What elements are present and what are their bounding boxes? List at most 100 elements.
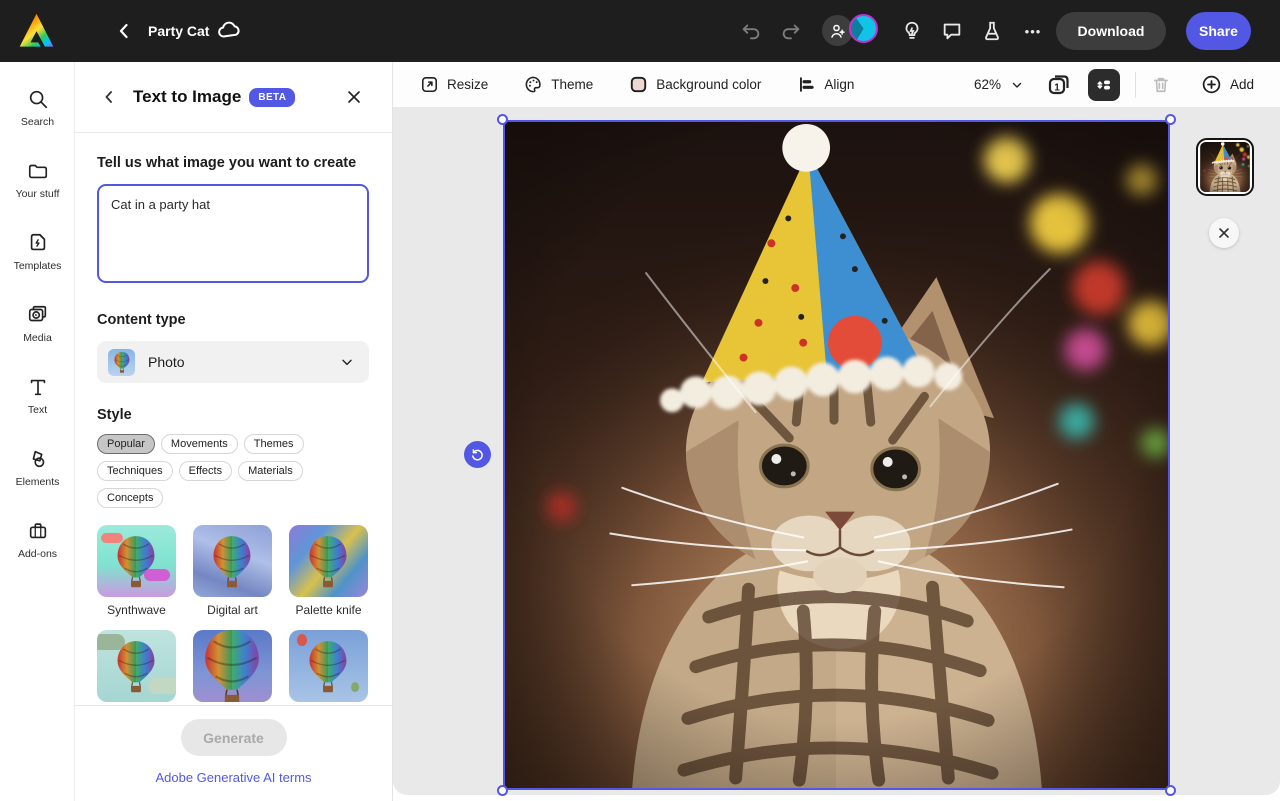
style-chip-themes[interactable]: Themes bbox=[244, 434, 304, 454]
cloud-icon[interactable] bbox=[216, 19, 242, 41]
panel-back-button[interactable] bbox=[99, 85, 123, 109]
resize-handle-top-right[interactable] bbox=[1165, 114, 1176, 125]
resize-button[interactable]: Resize bbox=[420, 75, 488, 94]
content-type-label: Content type bbox=[97, 312, 368, 328]
style-chip-concepts[interactable]: Concepts bbox=[97, 488, 163, 508]
style-card-6[interactable] bbox=[289, 630, 368, 702]
content-type-dropdown[interactable]: Photo bbox=[97, 341, 369, 383]
style-chip-materials[interactable]: Materials bbox=[238, 461, 303, 481]
close-icon bbox=[1216, 225, 1232, 241]
chevron-down-icon bbox=[1010, 78, 1024, 92]
download-button[interactable]: Download bbox=[1056, 12, 1166, 50]
panel-title: Text to Image bbox=[133, 87, 241, 107]
avatar[interactable] bbox=[849, 14, 878, 43]
prompt-label: Tell us what image you want to create bbox=[97, 155, 368, 171]
back-icon bbox=[112, 19, 136, 43]
resize-handle-bottom-left[interactable] bbox=[497, 785, 508, 796]
sidebar-item-label: Elements bbox=[16, 476, 60, 488]
generative-ai-terms-link[interactable]: Adobe Generative AI terms bbox=[75, 770, 392, 785]
style-card-label: Synthwave bbox=[97, 603, 176, 617]
undo-button[interactable] bbox=[740, 19, 764, 43]
align-button[interactable]: Align bbox=[797, 75, 854, 94]
redo-icon bbox=[780, 20, 802, 42]
style-card-thumbnail bbox=[97, 525, 176, 597]
generate-button[interactable]: Generate bbox=[181, 719, 287, 756]
comment-button[interactable] bbox=[941, 19, 965, 43]
style-chip-group: Popular Movements Themes Techniques Effe… bbox=[97, 434, 369, 508]
prompt-input[interactable]: Cat in a party hat bbox=[97, 184, 369, 283]
style-chip-movements[interactable]: Movements bbox=[161, 434, 238, 454]
resize-handle-bottom-right[interactable] bbox=[1165, 785, 1176, 796]
style-card-label: Digital art bbox=[193, 603, 272, 617]
resize-handle-top-left[interactable] bbox=[497, 114, 508, 125]
sidebar-item-label: Search bbox=[21, 116, 54, 128]
adobe-express-logo[interactable] bbox=[19, 13, 54, 48]
generated-cat-image bbox=[505, 122, 1168, 788]
close-icon bbox=[344, 87, 364, 107]
resize-label: Resize bbox=[447, 77, 488, 92]
media-icon bbox=[27, 304, 49, 326]
sidebar-item-label: Add-ons bbox=[18, 548, 57, 560]
rotate-icon bbox=[470, 447, 485, 462]
zoom-control[interactable]: 62% bbox=[974, 77, 1024, 92]
chevron-down-icon bbox=[339, 354, 355, 370]
redo-button[interactable] bbox=[780, 19, 804, 43]
style-card-5[interactable] bbox=[193, 630, 272, 702]
toolbar-divider bbox=[1135, 72, 1136, 98]
style-card-thumbnail bbox=[289, 630, 368, 702]
content-type-value: Photo bbox=[148, 354, 185, 370]
document-title[interactable]: Party Cat bbox=[148, 0, 209, 62]
templates-icon bbox=[27, 232, 49, 254]
lightbulb-icon bbox=[901, 20, 923, 42]
add-element-button[interactable]: Add bbox=[1201, 74, 1254, 95]
align-label: Align bbox=[824, 77, 854, 92]
style-chip-effects[interactable]: Effects bbox=[179, 461, 232, 481]
sidebar-item-templates[interactable]: Templates bbox=[0, 216, 75, 288]
sidebar-item-elements[interactable]: Elements bbox=[0, 432, 75, 504]
dismiss-variations-button[interactable] bbox=[1209, 218, 1239, 248]
share-button[interactable]: Share bbox=[1186, 12, 1251, 50]
style-chip-techniques[interactable]: Techniques bbox=[97, 461, 173, 481]
style-card-synthwave[interactable]: Synthwave bbox=[97, 525, 176, 617]
pages-button[interactable]: 1 bbox=[1046, 70, 1076, 100]
toolbar-right-group: 62% 1 Add bbox=[974, 69, 1254, 101]
style-card-grid: Synthwave Digital art Palette knife bbox=[97, 525, 369, 702]
theme-button[interactable]: Theme bbox=[524, 75, 593, 94]
sidebar-item-add-ons[interactable]: Add-ons bbox=[0, 504, 75, 576]
layers-icon bbox=[1095, 76, 1113, 94]
variation-thumbnail[interactable] bbox=[1196, 138, 1254, 196]
addons-icon bbox=[27, 520, 49, 542]
style-card-palette-knife[interactable]: Palette knife bbox=[289, 525, 368, 617]
sidebar-item-your-stuff[interactable]: Your stuff bbox=[0, 144, 75, 216]
beaker-icon bbox=[981, 20, 1003, 42]
sidebar-item-media[interactable]: Media bbox=[0, 288, 75, 360]
canvas-area: Resize Theme Background color Align 62% … bbox=[393, 62, 1280, 801]
back-icon bbox=[99, 87, 119, 107]
more-options-button[interactable]: ••• bbox=[1021, 19, 1045, 43]
style-card-thumbnail bbox=[193, 630, 272, 702]
theme-icon bbox=[524, 75, 543, 94]
sidebar-item-label: Templates bbox=[14, 260, 62, 272]
background-color-label: Background color bbox=[656, 77, 761, 92]
layers-button[interactable] bbox=[1088, 69, 1120, 101]
delete-button[interactable] bbox=[1151, 71, 1179, 99]
beaker-button[interactable] bbox=[981, 19, 1005, 43]
ideas-button[interactable] bbox=[901, 19, 925, 43]
sidebar-item-text[interactable]: Text bbox=[0, 360, 75, 432]
background-color-button[interactable]: Background color bbox=[629, 75, 761, 94]
style-card-4[interactable] bbox=[97, 630, 176, 702]
style-card-label: Palette knife bbox=[289, 603, 368, 617]
sidebar-item-search[interactable]: Search bbox=[0, 72, 75, 144]
style-chip-popular[interactable]: Popular bbox=[97, 434, 155, 454]
selected-image[interactable] bbox=[503, 120, 1170, 790]
align-icon bbox=[797, 75, 816, 94]
back-button[interactable] bbox=[112, 17, 140, 45]
pages-icon: 1 bbox=[1046, 72, 1072, 98]
sidebar-item-label: Your stuff bbox=[16, 188, 60, 200]
text-to-image-panel: Text to Image BETA Tell us what image yo… bbox=[75, 62, 393, 801]
panel-close-button[interactable] bbox=[344, 83, 372, 111]
rotate-handle[interactable] bbox=[464, 441, 491, 468]
style-card-thumbnail bbox=[289, 525, 368, 597]
theme-label: Theme bbox=[551, 77, 593, 92]
style-card-digital-art[interactable]: Digital art bbox=[193, 525, 272, 617]
